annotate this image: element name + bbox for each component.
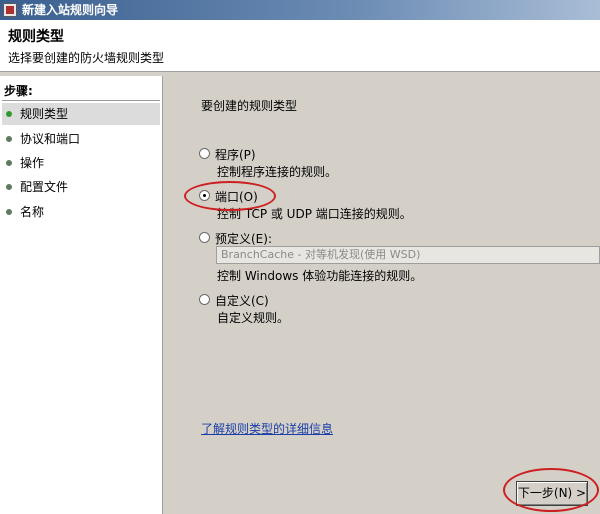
custom-radio[interactable]	[199, 294, 210, 305]
predefined-dropdown[interactable]: BranchCache - 对等机发现(使用 WSD)	[216, 246, 600, 264]
custom-description: 自定义规则。	[217, 311, 290, 325]
step-label: 操作	[20, 156, 45, 170]
wizard-header: 规则类型 选择要创建的防火墙规则类型	[0, 20, 600, 72]
step-label: 协议和端口	[20, 132, 81, 146]
annotation-circle-port	[184, 181, 276, 211]
step-action[interactable]: 操作	[2, 152, 160, 174]
main-panel: 要创建的规则类型 程序(P) 控制程序连接的规则。 端口(O) 控制 TCP 或…	[163, 76, 600, 514]
annotation-circle-next	[503, 468, 599, 512]
steps-heading: 步骤:	[4, 84, 33, 98]
step-name[interactable]: 名称	[2, 201, 160, 223]
program-description: 控制程序连接的规则。	[217, 165, 338, 179]
program-label[interactable]: 程序(P)	[215, 146, 256, 163]
learn-more-link[interactable]: 了解规则类型的详细信息	[201, 420, 333, 437]
steps-divider	[2, 100, 160, 101]
custom-label[interactable]: 自定义(C)	[215, 292, 269, 309]
page-title: 规则类型	[8, 29, 64, 45]
predefined-radio[interactable]	[199, 232, 210, 243]
step-bullet-icon	[6, 136, 12, 142]
firewall-app-icon	[3, 3, 17, 17]
step-protocol-port[interactable]: 协议和端口	[2, 128, 160, 150]
step-label: 规则类型	[20, 107, 69, 121]
predefined-description: 控制 Windows 体验功能连接的规则。	[217, 269, 423, 283]
current-step-icon	[6, 111, 12, 117]
title-bar: 新建入站规则向导	[0, 0, 600, 20]
predefined-label[interactable]: 预定义(E):	[215, 230, 272, 247]
step-rule-type[interactable]: 规则类型	[2, 103, 160, 125]
step-label: 名称	[20, 205, 45, 219]
page-subtitle: 选择要创建的防火墙规则类型	[8, 51, 165, 65]
rule-type-prompt: 要创建的规则类型	[201, 99, 298, 113]
step-bullet-icon	[6, 209, 12, 215]
step-bullet-icon	[6, 160, 12, 166]
window-title: 新建入站规则向导	[22, 3, 119, 17]
steps-sidebar: 步骤: 规则类型 协议和端口 操作 配置文件 名称	[0, 76, 163, 514]
step-label: 配置文件	[20, 180, 69, 194]
program-radio[interactable]	[199, 148, 210, 159]
step-profile[interactable]: 配置文件	[2, 176, 160, 198]
step-bullet-icon	[6, 184, 12, 190]
